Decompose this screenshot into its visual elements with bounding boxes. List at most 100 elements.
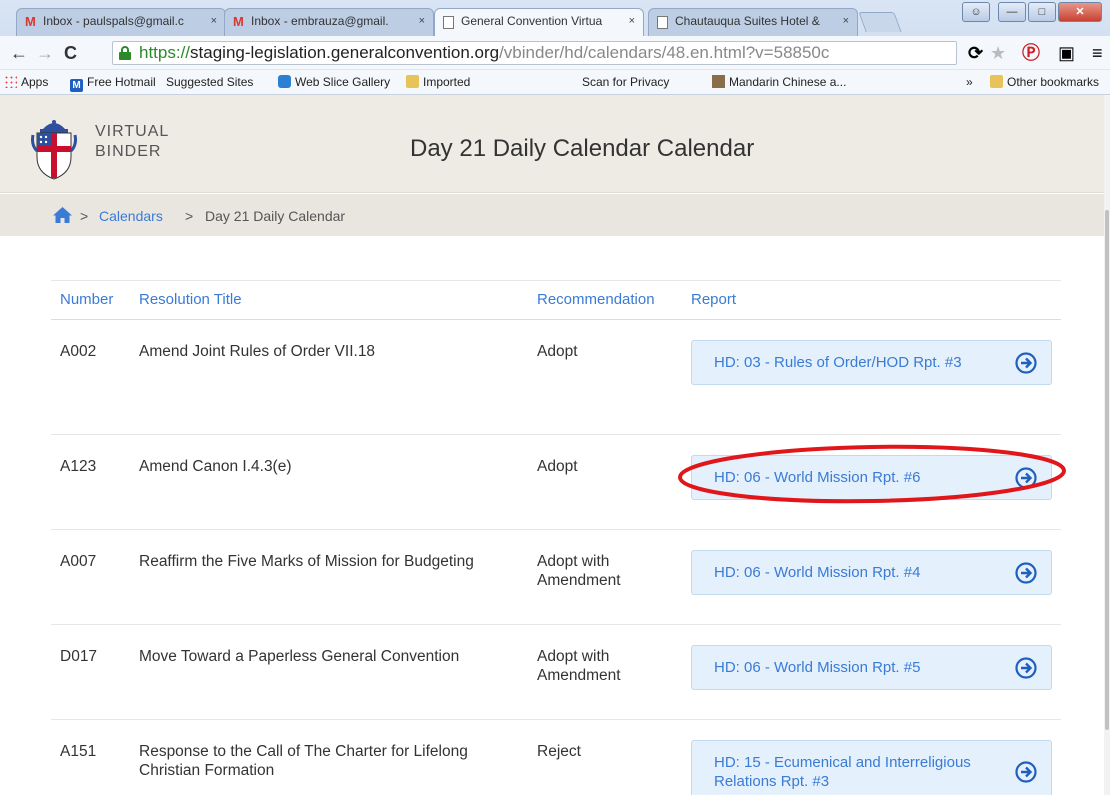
- ie-icon: [278, 75, 291, 88]
- report-button[interactable]: HD: 15 - Ecumenical and Interreligious R…: [691, 740, 1052, 795]
- column-header-recommendation[interactable]: Recommendation: [537, 291, 655, 308]
- table-row: D017 Move Toward a Paperless General Con…: [51, 625, 1061, 720]
- recommendation: Adopt: [537, 458, 578, 475]
- table-row: A151 Response to the Call of The Charter…: [51, 720, 1061, 795]
- resolution-number: A002: [60, 343, 97, 360]
- bookmarks-overflow[interactable]: »: [966, 75, 973, 89]
- page-scrollbar[interactable]: [1104, 95, 1110, 795]
- menu-icon[interactable]: ≡: [1092, 42, 1103, 64]
- page-icon: [657, 16, 668, 29]
- bookmark-imported[interactable]: Imported: [406, 75, 470, 89]
- column-header-number[interactable]: Number: [60, 291, 113, 308]
- arrow-circle-right-icon: [1015, 561, 1037, 584]
- url-scheme: https://: [139, 43, 191, 62]
- report-label: HD: 06 - World Mission Rpt. #5: [714, 659, 921, 676]
- scrollbar-thumb[interactable]: [1105, 210, 1109, 730]
- bookmark-scan-for-privacy[interactable]: Scan for Privacy: [582, 75, 669, 183]
- mandarin-icon: [712, 75, 725, 88]
- brand-line-1: VIRTUAL: [95, 123, 170, 140]
- report-label: HD: 06 - World Mission Rpt. #4: [714, 564, 921, 581]
- lock-icon: [119, 46, 131, 60]
- resolution-title: Amend Canon I.4.3(e): [139, 458, 292, 475]
- bookmark-mandarin-chinese[interactable]: Mandarin Chinese a...: [712, 75, 846, 89]
- close-window-button[interactable]: ✕: [1058, 2, 1102, 22]
- address-bar[interactable]: https://staging-legislation.generalconve…: [112, 41, 957, 65]
- new-tab-button[interactable]: [858, 12, 902, 32]
- arrow-circle-right-icon: [1015, 351, 1037, 374]
- extension-icon[interactable]: ▣: [1058, 42, 1075, 64]
- bookmark-other-bookmarks[interactable]: Other bookmarks: [990, 75, 1099, 89]
- bookmark-web-slice-gallery[interactable]: Web Slice Gallery: [278, 75, 390, 89]
- gmail-icon: M: [233, 14, 244, 29]
- tab-strip: M Inbox - paulspals@gmail.c × M Inbox - …: [0, 0, 1110, 37]
- maximize-button[interactable]: □: [1028, 2, 1056, 22]
- recommendation: Adopt with Amendment: [537, 553, 621, 589]
- resolution-number: A151: [60, 743, 97, 760]
- arrow-circle-right-icon: [1015, 761, 1037, 783]
- report-button[interactable]: HD: 06 - World Mission Rpt. #5: [691, 645, 1052, 690]
- pinterest-icon[interactable]: Ⓟ: [1022, 42, 1040, 64]
- folder-icon: [990, 75, 1003, 88]
- report-button[interactable]: HD: 03 - Rules of Order/HOD Rpt. #3: [691, 340, 1052, 385]
- column-header-report[interactable]: Report: [691, 291, 736, 308]
- recommendation: Adopt: [537, 343, 578, 360]
- report-label: HD: 06 - World Mission Rpt. #6: [714, 469, 921, 486]
- breadcrumb: > Calendars > Day 21 Daily Calendar: [0, 194, 1104, 236]
- tab-inbox-embrauza[interactable]: M Inbox - embrauza@gmail. ×: [224, 8, 434, 36]
- browser-toolbar: ← → C https://staging-legislation.genera…: [0, 36, 1110, 70]
- tab-title: Inbox - paulspals@gmail.c: [43, 14, 184, 28]
- report-label: HD: 03 - Rules of Order/HOD Rpt. #3: [714, 354, 962, 371]
- report-button[interactable]: HD: 06 - World Mission Rpt. #4: [691, 550, 1052, 595]
- close-icon[interactable]: ×: [629, 15, 635, 27]
- home-icon[interactable]: [53, 207, 72, 223]
- user-icon[interactable]: ☺: [962, 2, 990, 22]
- page-content: VIRTUAL BINDER Day 21 Daily Calendar Cal…: [0, 95, 1104, 795]
- episcopal-shield-logo: [31, 120, 77, 180]
- bookmarks-bar: Apps M Free Hotmail Suggested Sites Web S…: [0, 70, 1110, 183]
- arrow-circle-right-icon: [1015, 466, 1037, 489]
- page-icon: [443, 16, 454, 29]
- gmail-icon: M: [25, 14, 36, 29]
- resolution-number: A007: [60, 553, 97, 570]
- report-button[interactable]: HD: 06 - World Mission Rpt. #6: [691, 455, 1052, 500]
- forward-arrow-icon[interactable]: →: [36, 43, 54, 63]
- sync-icon[interactable]: ⟳: [968, 42, 983, 64]
- folder-icon: [406, 75, 419, 88]
- resolution-number: A123: [60, 458, 97, 475]
- close-icon[interactable]: ×: [843, 15, 849, 27]
- table-row: A007 Reaffirm the Five Marks of Mission …: [51, 530, 1061, 625]
- reload-icon[interactable]: C: [64, 43, 77, 63]
- brand-name[interactable]: VIRTUAL BINDER: [95, 122, 169, 162]
- close-icon[interactable]: ×: [419, 15, 425, 27]
- calendar-table: Number Resolution Title Recommendation R…: [51, 280, 1061, 795]
- back-arrow-icon[interactable]: ←: [10, 43, 28, 63]
- minimize-button[interactable]: —: [998, 2, 1026, 22]
- resolution-title: Move Toward a Paperless General Conventi…: [139, 648, 460, 665]
- breadcrumb-calendars-link[interactable]: Calendars: [99, 208, 163, 224]
- close-icon[interactable]: ×: [211, 15, 217, 27]
- resolution-number: D017: [60, 648, 98, 665]
- url-host: staging-legislation.generalconvention.or…: [190, 43, 500, 62]
- page-title: Day 21 Daily Calendar Calendar: [410, 135, 755, 162]
- resolution-title: Amend Joint Rules of Order VII.18: [139, 343, 376, 360]
- tab-title: Inbox - embrauza@gmail.: [251, 14, 389, 28]
- table-row: A123 Amend Canon I.4.3(e) Adopt HD: 06 -…: [51, 435, 1061, 530]
- bookmark-suggested-sites[interactable]: Suggested Sites: [166, 75, 253, 183]
- window-controls: ☺ — □ ✕: [962, 2, 1102, 22]
- tab-general-convention[interactable]: General Convention Virtua ×: [434, 8, 644, 37]
- apps-grid-icon: [4, 75, 17, 88]
- bookmark-apps[interactable]: Apps: [4, 75, 48, 89]
- msn-icon: M: [70, 79, 83, 92]
- resolution-title: Response to the Call of The Charter for …: [139, 743, 468, 779]
- arrow-circle-right-icon: [1015, 656, 1037, 679]
- report-label: HD: 15 - Ecumenical and Interreligious R…: [714, 754, 971, 790]
- column-header-title[interactable]: Resolution Title: [139, 291, 242, 308]
- table-row: A002 Amend Joint Rules of Order VII.18 A…: [51, 320, 1061, 435]
- tab-chautauqua-suites[interactable]: Chautauqua Suites Hotel & ×: [648, 8, 858, 36]
- site-header: VIRTUAL BINDER Day 21 Daily Calendar Cal…: [0, 95, 1104, 193]
- star-icon[interactable]: ★: [990, 42, 1006, 64]
- tab-inbox-paulspals[interactable]: M Inbox - paulspals@gmail.c ×: [16, 8, 226, 36]
- tab-title: General Convention Virtua: [461, 14, 603, 28]
- bookmark-free-hotmail[interactable]: M Free Hotmail: [70, 75, 156, 92]
- recommendation: Adopt with Amendment: [537, 648, 621, 684]
